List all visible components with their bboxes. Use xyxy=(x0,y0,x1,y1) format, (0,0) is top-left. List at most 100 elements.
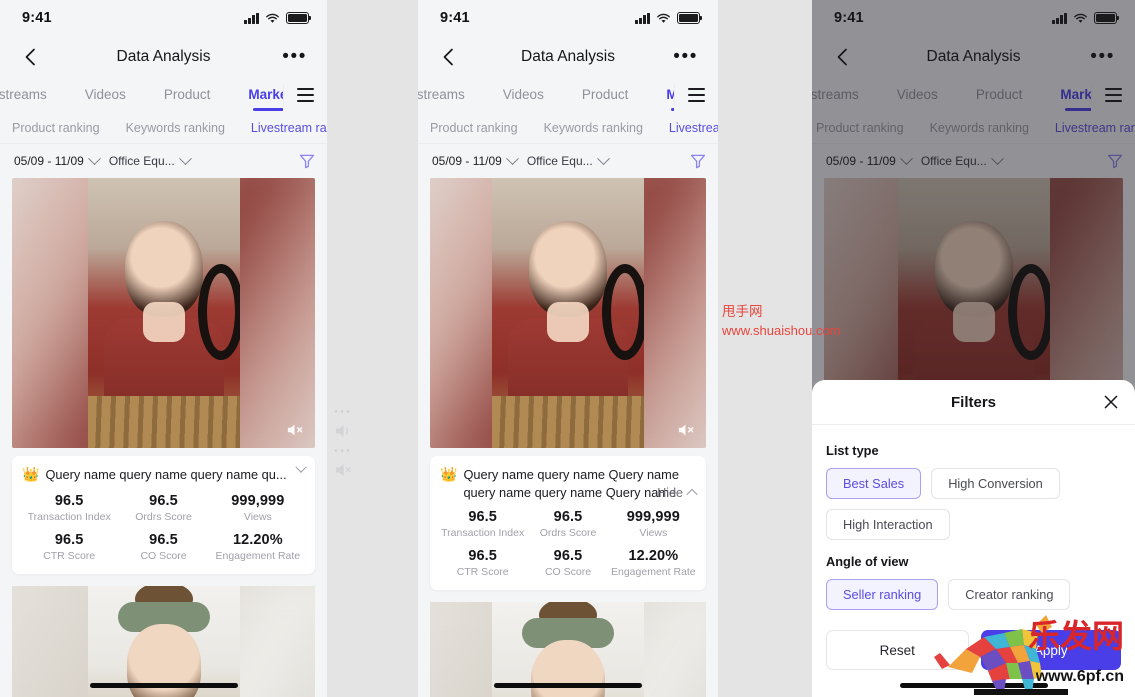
metric-value: 96.5 xyxy=(149,493,178,510)
home-indicator xyxy=(494,683,642,688)
category-value: Office Equ... xyxy=(108,154,175,168)
stat-card-1: 👑 Query name query name query name qu...… xyxy=(12,456,315,575)
ghost-volume-controls xyxy=(333,408,359,486)
main-tab-scroller[interactable]: Livestreams Videos Product Market xyxy=(418,78,674,112)
filters-sheet-actions: Reset Apply xyxy=(812,624,1135,670)
more-options-button[interactable]: ••• xyxy=(282,47,307,66)
wifi-icon xyxy=(266,13,279,23)
metric-value: 96.5 xyxy=(468,509,497,526)
phone-frame-3: 9:41 Data Analysis ••• Livestreams xyxy=(812,0,1135,697)
video-main-frame xyxy=(87,586,240,697)
chip-group-list-type: Best Sales High Conversion High Interact… xyxy=(826,468,1121,540)
chip-high-interaction[interactable]: High Interaction xyxy=(826,509,950,540)
metric-engagement-rate: 12.20% Engagement Rate xyxy=(211,532,305,562)
apply-button[interactable]: Apply xyxy=(980,630,1121,670)
speaker-on-icon[interactable] xyxy=(333,422,357,440)
phone-frame-2: 9:41 Data Analysis ••• Livestreams xyxy=(418,0,718,697)
filter-row: 05/09 - 11/09 Office Equ... xyxy=(0,144,327,178)
tab-product[interactable]: Product xyxy=(582,87,629,104)
metric-label: Views xyxy=(639,527,668,540)
sub-tab-bar: Product ranking Keywords ranking Livestr… xyxy=(418,112,718,144)
chevron-down-icon xyxy=(178,151,192,165)
tab-livestreams[interactable]: Livestreams xyxy=(418,87,465,104)
screenshot-stage: 9:41 Data Analysis ••• Livestreams xyxy=(0,0,1135,697)
category-selector[interactable]: Office Equ... xyxy=(527,151,610,168)
phone-frame-1: 9:41 Data Analysis ••• Livestreams xyxy=(0,0,327,697)
filters-sheet-body: List type Best Sales High Conversion Hig… xyxy=(812,425,1135,610)
subtab-keywords-ranking[interactable]: Keywords ranking xyxy=(126,121,225,135)
video-main-frame xyxy=(492,178,644,448)
subtab-product-ranking[interactable]: Product ranking xyxy=(12,121,100,135)
speaker-muted-icon[interactable] xyxy=(676,422,696,438)
date-range-selector[interactable]: 05/09 - 11/09 xyxy=(432,151,519,168)
metric-transaction-index: 96.5 Transaction Index xyxy=(440,509,525,539)
speaker-muted-icon[interactable] xyxy=(333,461,357,479)
funnel-filter-icon[interactable] xyxy=(690,153,706,169)
filters-sheet-header: Filters xyxy=(812,380,1135,425)
reset-button[interactable]: Reset xyxy=(826,630,969,670)
hamburger-menu-icon[interactable] xyxy=(674,84,718,106)
speaker-muted-icon[interactable] xyxy=(285,422,305,438)
metric-label: Ordrs Score xyxy=(135,511,192,524)
tab-market[interactable]: Market xyxy=(666,87,674,104)
back-button[interactable] xyxy=(20,46,42,68)
chip-best-sales[interactable]: Best Sales xyxy=(826,468,922,499)
metric-value: 96.5 xyxy=(468,548,497,565)
chevron-down-icon xyxy=(295,461,307,473)
main-tab-scroller[interactable]: Livestreams Videos Product Market xyxy=(0,78,283,112)
filters-title: Filters xyxy=(950,393,996,411)
expand-toggle[interactable] xyxy=(295,461,307,474)
status-icons xyxy=(244,12,311,24)
metric-label: Transaction Index xyxy=(441,527,525,540)
tab-videos[interactable]: Videos xyxy=(85,87,126,104)
chip-creator-ranking[interactable]: Creator ranking xyxy=(948,579,1071,610)
subtab-livestream-ranking[interactable]: Livestream ranking xyxy=(251,121,327,135)
metric-co-score: 96.5 CO Score xyxy=(116,532,210,562)
stat-card-1: 👑 Query name query name Query name query… xyxy=(430,456,706,591)
metric-engagement-rate: 12.20% Engagement Rate xyxy=(611,548,696,578)
livestream-video-1[interactable] xyxy=(430,178,706,448)
filters-bottom-sheet: Filters List type Best Sales High Conver… xyxy=(812,380,1135,697)
metric-views: 999,999 Views xyxy=(211,493,305,523)
main-tab-bar: Livestreams Videos Product Market xyxy=(418,78,718,112)
chip-seller-ranking[interactable]: Seller ranking xyxy=(826,579,939,610)
filter-row: 05/09 - 11/09 Office Equ... xyxy=(418,144,718,178)
page-title: Data Analysis xyxy=(116,48,211,65)
hamburger-menu-icon[interactable] xyxy=(283,84,327,106)
metric-orders-score: 96.5 Ordrs Score xyxy=(116,493,210,523)
chip-high-conversion[interactable]: High Conversion xyxy=(931,468,1060,499)
query-name-row[interactable]: 👑 Query name query name query name qu... xyxy=(22,461,307,484)
subtab-livestream-ranking[interactable]: Livestream ranking xyxy=(669,121,718,135)
chevron-down-icon xyxy=(505,151,519,165)
date-range-selector[interactable]: 05/09 - 11/09 xyxy=(14,151,101,168)
chip-group-angle-of-view: Seller ranking Creator ranking xyxy=(826,579,1121,610)
livestream-video-2[interactable] xyxy=(12,586,315,697)
status-time: 9:41 xyxy=(440,10,470,26)
metric-label: CO Score xyxy=(140,550,187,563)
tab-videos[interactable]: Videos xyxy=(503,87,544,104)
metric-label: Ordrs Score xyxy=(539,527,597,540)
back-button[interactable] xyxy=(438,46,460,68)
metric-label: Transaction Index xyxy=(27,511,111,524)
hide-label: Hide xyxy=(657,486,683,501)
wifi-icon xyxy=(657,13,670,23)
subtab-product-ranking[interactable]: Product ranking xyxy=(430,121,518,135)
more-options-button[interactable]: ••• xyxy=(673,47,698,66)
subtab-keywords-ranking[interactable]: Keywords ranking xyxy=(544,121,643,135)
chevron-down-icon xyxy=(87,151,101,165)
tab-product[interactable]: Product xyxy=(164,87,211,104)
main-tab-bar: Livestreams Videos Product Market xyxy=(0,78,327,112)
close-x-icon[interactable] xyxy=(1103,394,1119,410)
metrics-grid: 96.5 Transaction Index 96.5 Ordrs Score … xyxy=(440,509,696,578)
metric-label: CTR Score xyxy=(456,566,509,579)
metric-label: Engagement Rate xyxy=(215,550,301,563)
livestream-video-1[interactable] xyxy=(12,178,315,448)
tab-livestreams[interactable]: Livestreams xyxy=(0,87,47,104)
tab-market[interactable]: Market xyxy=(248,87,283,104)
metric-co-score: 96.5 CO Score xyxy=(525,548,610,578)
metric-views: 999,999 Views xyxy=(611,509,696,539)
category-selector[interactable]: Office Equ... xyxy=(108,151,192,168)
metric-label: Views xyxy=(243,511,272,524)
video-main-frame xyxy=(87,178,240,448)
funnel-filter-icon[interactable] xyxy=(299,153,315,169)
